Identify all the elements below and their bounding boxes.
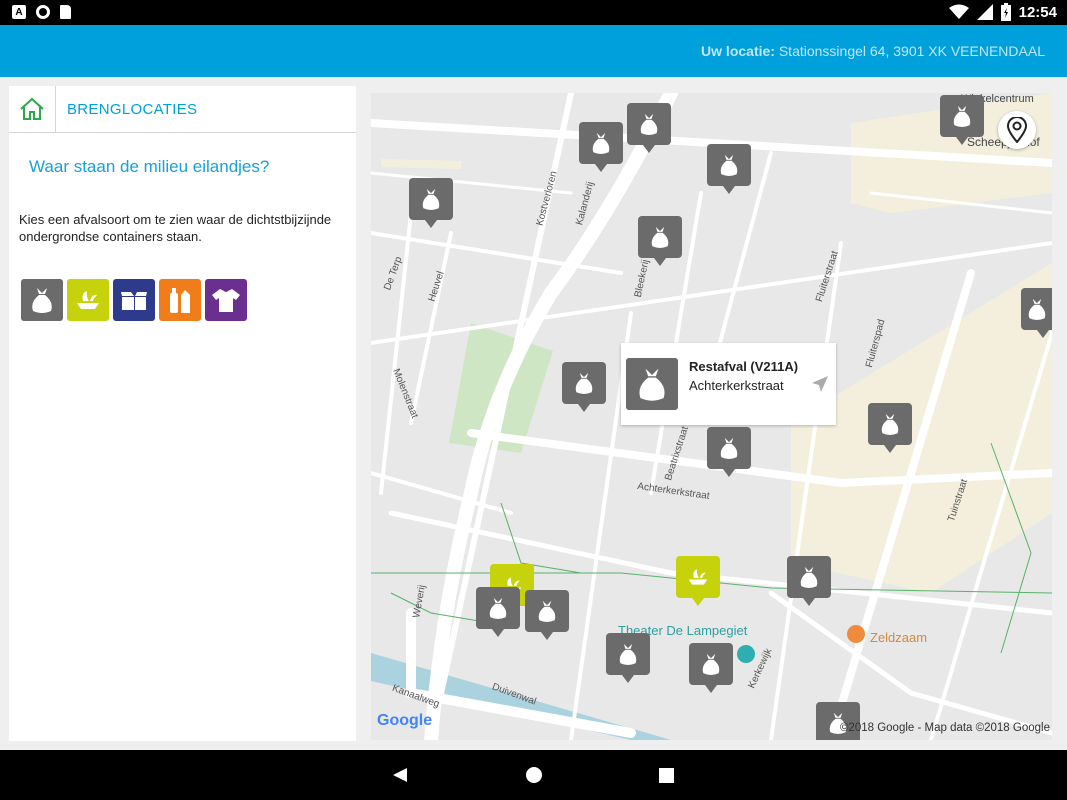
restafval-bag-icon: [953, 105, 971, 127]
restafval-bag-icon: [32, 288, 52, 313]
panel-description: Kies een afvalsoort om te zien waar de d…: [19, 212, 332, 244]
location-pin-icon: [1007, 117, 1027, 143]
papier-button[interactable]: [113, 279, 155, 321]
restafval-map-marker[interactable]: [787, 556, 831, 606]
gft-icon: [77, 291, 99, 309]
wifi-icon: [948, 4, 969, 19]
plastic-drankkarton-icon: [170, 288, 190, 313]
my-location-button[interactable]: [998, 111, 1036, 149]
restafval-map-marker[interactable]: [816, 702, 860, 740]
restafval-map-marker[interactable]: [409, 178, 453, 228]
back-icon[interactable]: [392, 767, 408, 783]
info-window-address: Achterkerkstraat: [689, 378, 784, 393]
restafval-map-marker[interactable]: [606, 633, 650, 683]
breadcrumb-label: BRENGLOCATIES: [67, 100, 198, 118]
home-button[interactable]: [9, 86, 56, 132]
app-bar: Uw locatie: Stationssingel 64, 3901 XK V…: [0, 25, 1067, 77]
system-nav-bar: [0, 750, 1067, 800]
restafval-bag-icon: [489, 597, 507, 619]
textiel-button[interactable]: [205, 279, 247, 321]
signal-icon: [976, 4, 993, 20]
restafval-bag-icon: [881, 413, 899, 435]
current-location: Uw locatie: Stationssingel 64, 3901 XK V…: [701, 43, 1045, 59]
location-info-window[interactable]: Restafval (V211A) Achterkerkstraat: [621, 343, 836, 425]
breadcrumb: BRENGLOCATIES: [9, 86, 356, 133]
restafval-bag-icon: [720, 154, 738, 176]
restafval-map-marker[interactable]: [525, 590, 569, 640]
info-window-title: Restafval (V211A): [689, 359, 799, 374]
restafval-bag-icon: [720, 437, 738, 459]
restafval-bag-icon: [800, 566, 818, 588]
restafval-map-marker[interactable]: [1021, 288, 1052, 338]
status-time: 12:54: [1018, 3, 1057, 21]
restafval-map-marker[interactable]: [707, 427, 751, 477]
restaurant-icon: [847, 625, 865, 643]
a-notification-icon: A: [12, 5, 26, 19]
restafval-map-marker[interactable]: [562, 362, 606, 412]
restafval-map-marker[interactable]: [689, 643, 733, 693]
restafval-map-marker[interactable]: [868, 403, 912, 453]
restafval-bag-icon: [619, 643, 637, 665]
side-panel: BRENGLOCATIES Waar staan de milieu eilan…: [9, 86, 356, 741]
poi-zeldzaam[interactable]: Zeldzaam: [870, 630, 927, 645]
gft-map-marker[interactable]: [676, 556, 720, 606]
waste-type-selector: [21, 279, 356, 321]
restafval-bag-icon: [592, 132, 610, 154]
restafval-bag-icon: [422, 188, 440, 210]
restafval-map-marker[interactable]: [627, 103, 671, 153]
map-view[interactable]: Kostverloren Kalanderij De Terp Heuvel B…: [371, 93, 1052, 740]
google-logo: Google: [377, 712, 432, 730]
restafval-bag-icon: [640, 113, 658, 135]
home-icon: [20, 97, 44, 120]
navigation-arrow-icon: [812, 376, 828, 392]
restafval-container-icon: [626, 358, 678, 410]
location-label: Uw locatie:: [701, 43, 775, 59]
papier-karton-icon: [121, 292, 147, 310]
restafval-button[interactable]: [21, 279, 63, 321]
location-value: Stationssingel 64, 3901 XK VEENENDAAL: [774, 43, 1045, 59]
restafval-map-marker[interactable]: [638, 216, 682, 266]
recents-square-icon[interactable]: [659, 768, 674, 783]
restafval-map-marker[interactable]: [579, 122, 623, 172]
home-circle-icon[interactable]: [525, 766, 543, 784]
panel-title: Waar staan de milieu eilandjes?: [29, 157, 270, 176]
google-logo-text: Google: [377, 712, 433, 729]
gft-icon: [688, 569, 708, 585]
restafval-map-marker[interactable]: [940, 95, 984, 145]
theater-icon: [737, 645, 755, 663]
textiel-shirt-icon: [212, 289, 240, 312]
restafval-map-marker[interactable]: [476, 587, 520, 637]
restafval-bag-icon: [639, 368, 665, 401]
gft-button[interactable]: [67, 279, 109, 321]
status-bar: A 12:54: [0, 0, 1067, 25]
restafval-map-marker[interactable]: [707, 144, 751, 194]
restafval-bag-icon: [538, 600, 556, 622]
battery-icon: [1000, 3, 1011, 21]
plastic-button[interactable]: [159, 279, 201, 321]
map-attribution[interactable]: ©2018 Google - Map data ©2018 Google: [840, 722, 1050, 734]
restafval-bag-icon: [651, 226, 669, 248]
circle-notification-icon: [36, 5, 50, 19]
restafval-bag-icon: [575, 372, 593, 394]
restafval-bag-icon: [1028, 298, 1045, 320]
sd-card-icon: [60, 5, 71, 19]
navigate-button[interactable]: [811, 375, 829, 398]
restafval-bag-icon: [702, 653, 720, 675]
